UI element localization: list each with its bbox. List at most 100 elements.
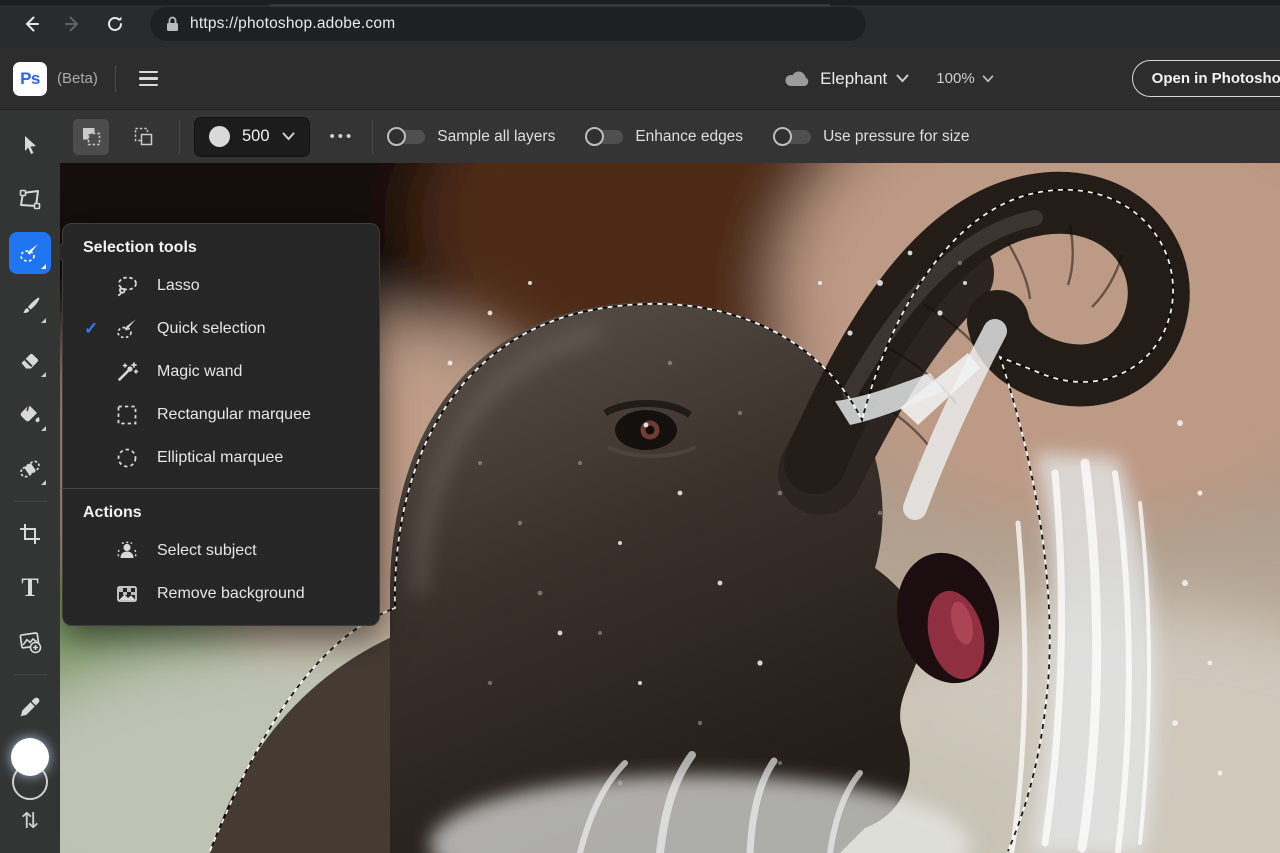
menu-item-rectangular-marquee[interactable]: Rectangular marquee xyxy=(63,393,379,436)
options-divider xyxy=(179,120,180,154)
transform-quad-icon xyxy=(17,186,43,212)
browser-chrome: https://photoshop.adobe.com xyxy=(0,0,1280,48)
swap-colors-icon[interactable]: ⇅ xyxy=(21,810,39,832)
document-name-dropdown[interactable]: Elephant xyxy=(784,69,909,89)
lasso-icon xyxy=(113,273,140,299)
menu-item-label: Magic wand xyxy=(157,363,242,381)
more-options-button[interactable]: ••• xyxy=(330,128,355,145)
menu-item-label: Elliptical marquee xyxy=(157,449,283,467)
brush-tool[interactable] xyxy=(9,286,51,328)
arrow-left-icon xyxy=(21,14,41,34)
main-menu-button[interactable] xyxy=(133,65,164,92)
toggle-switch-icon xyxy=(773,127,813,147)
move-tool[interactable] xyxy=(9,124,51,166)
enhance-edges-toggle[interactable]: Enhance edges xyxy=(585,127,743,147)
type-tool-icon: T xyxy=(21,575,38,601)
eyedropper-tool[interactable] xyxy=(9,686,51,728)
menu-item-lasso[interactable]: Lasso xyxy=(63,264,379,307)
url-text: https://photoshop.adobe.com xyxy=(190,15,395,33)
brush-icon xyxy=(17,294,43,320)
menu-item-label: Lasso xyxy=(157,277,200,295)
sample-all-layers-toggle[interactable]: Sample all layers xyxy=(387,127,555,147)
quick-selection-icon xyxy=(113,316,140,342)
eraser-icon xyxy=(17,348,43,374)
menu-item-select-subject[interactable]: Select subject xyxy=(63,529,379,572)
magic-wand-icon xyxy=(113,359,140,385)
checkmark-icon: ✓ xyxy=(84,319,98,339)
toggle-label: Sample all layers xyxy=(437,128,555,146)
browser-reload-button[interactable] xyxy=(98,7,132,41)
menu-item-label: Quick selection xyxy=(157,320,266,338)
tools-sidebar: T ⇅ xyxy=(0,110,60,853)
padlock-icon xyxy=(166,16,179,32)
add-to-selection-button[interactable] xyxy=(73,119,109,155)
toggle-label: Use pressure for size xyxy=(823,128,969,146)
crop-tool[interactable] xyxy=(9,513,51,555)
rectangular-marquee-icon xyxy=(113,402,140,428)
tool-options-bar: 500 ••• Sample all layers Enhance edges … xyxy=(60,110,1280,163)
toolbar-divider xyxy=(13,501,47,502)
arrow-right-icon xyxy=(63,14,83,34)
eraser-tool[interactable] xyxy=(9,340,51,382)
menu-item-label: Remove background xyxy=(157,585,305,603)
bandage-icon xyxy=(17,456,43,482)
menu-item-remove-background[interactable]: Remove background xyxy=(63,572,379,615)
select-subject-icon xyxy=(113,538,140,564)
subtract-from-selection-icon xyxy=(132,125,155,148)
transform-tool[interactable] xyxy=(9,178,51,220)
brush-size-dropdown[interactable]: 500 xyxy=(194,117,310,157)
subtract-from-selection-button[interactable] xyxy=(125,119,161,155)
brush-size-value: 500 xyxy=(242,127,270,146)
paint-bucket-icon xyxy=(17,402,43,428)
toolbar-divider xyxy=(13,674,47,675)
browser-back-button[interactable] xyxy=(14,7,48,41)
hamburger-icon xyxy=(139,71,158,73)
open-in-photoshop-button[interactable]: Open in Photoshop xyxy=(1132,60,1280,97)
crop-icon xyxy=(18,522,42,546)
menu-section-title: Selection tools xyxy=(63,239,379,264)
move-cursor-icon xyxy=(18,133,42,157)
eyedropper-icon xyxy=(18,695,42,719)
menu-item-elliptical-marquee[interactable]: Elliptical marquee xyxy=(63,436,379,479)
address-bar[interactable]: https://photoshop.adobe.com xyxy=(150,7,866,41)
color-chips xyxy=(11,738,49,800)
use-pressure-toggle[interactable]: Use pressure for size xyxy=(773,127,969,147)
zoom-level-dropdown[interactable]: 100% xyxy=(936,70,993,87)
toggle-switch-icon xyxy=(585,127,625,147)
chevron-down-icon xyxy=(896,74,909,83)
type-tool[interactable]: T xyxy=(9,567,51,609)
chevron-down-icon xyxy=(982,75,994,83)
zoom-value: 100% xyxy=(936,70,974,87)
menu-item-magic-wand[interactable]: Magic wand xyxy=(63,350,379,393)
cloud-icon xyxy=(784,70,811,88)
options-divider xyxy=(372,120,373,154)
document-canvas[interactable]: Selection tools Lasso ✓ xyxy=(60,163,1280,853)
add-image-icon xyxy=(17,629,43,655)
selection-tools-flyout-menu: Selection tools Lasso ✓ xyxy=(62,223,380,626)
document-name: Elephant xyxy=(820,69,887,89)
menu-section-title: Actions xyxy=(63,500,379,529)
elliptical-marquee-icon xyxy=(113,445,140,471)
browser-forward-button[interactable] xyxy=(56,7,90,41)
quick-selection-icon xyxy=(17,240,43,266)
header-divider xyxy=(115,66,116,92)
chevron-down-icon xyxy=(282,132,295,141)
menu-item-label: Rectangular marquee xyxy=(157,406,311,424)
heal-tool[interactable] xyxy=(9,448,51,490)
beta-label: (Beta) xyxy=(57,70,98,87)
menu-divider xyxy=(63,488,379,489)
fill-tool[interactable] xyxy=(9,394,51,436)
menu-item-label: Select subject xyxy=(157,542,257,560)
quick-selection-tool[interactable] xyxy=(9,232,51,274)
app-header: Ps (Beta) Elephant 100% Open in Photosho… xyxy=(0,48,1280,110)
photoshop-logo: Ps xyxy=(13,62,47,96)
brush-tip-preview-icon xyxy=(209,126,230,147)
toggle-switch-icon xyxy=(387,127,427,147)
remove-background-icon xyxy=(113,581,140,607)
add-to-selection-icon xyxy=(80,125,103,148)
refresh-icon xyxy=(105,14,125,34)
toggle-label: Enhance edges xyxy=(635,128,743,146)
foreground-color-chip[interactable] xyxy=(11,738,49,776)
menu-item-quick-selection[interactable]: ✓ Quick selection xyxy=(63,307,379,350)
add-image-tool[interactable] xyxy=(9,621,51,663)
